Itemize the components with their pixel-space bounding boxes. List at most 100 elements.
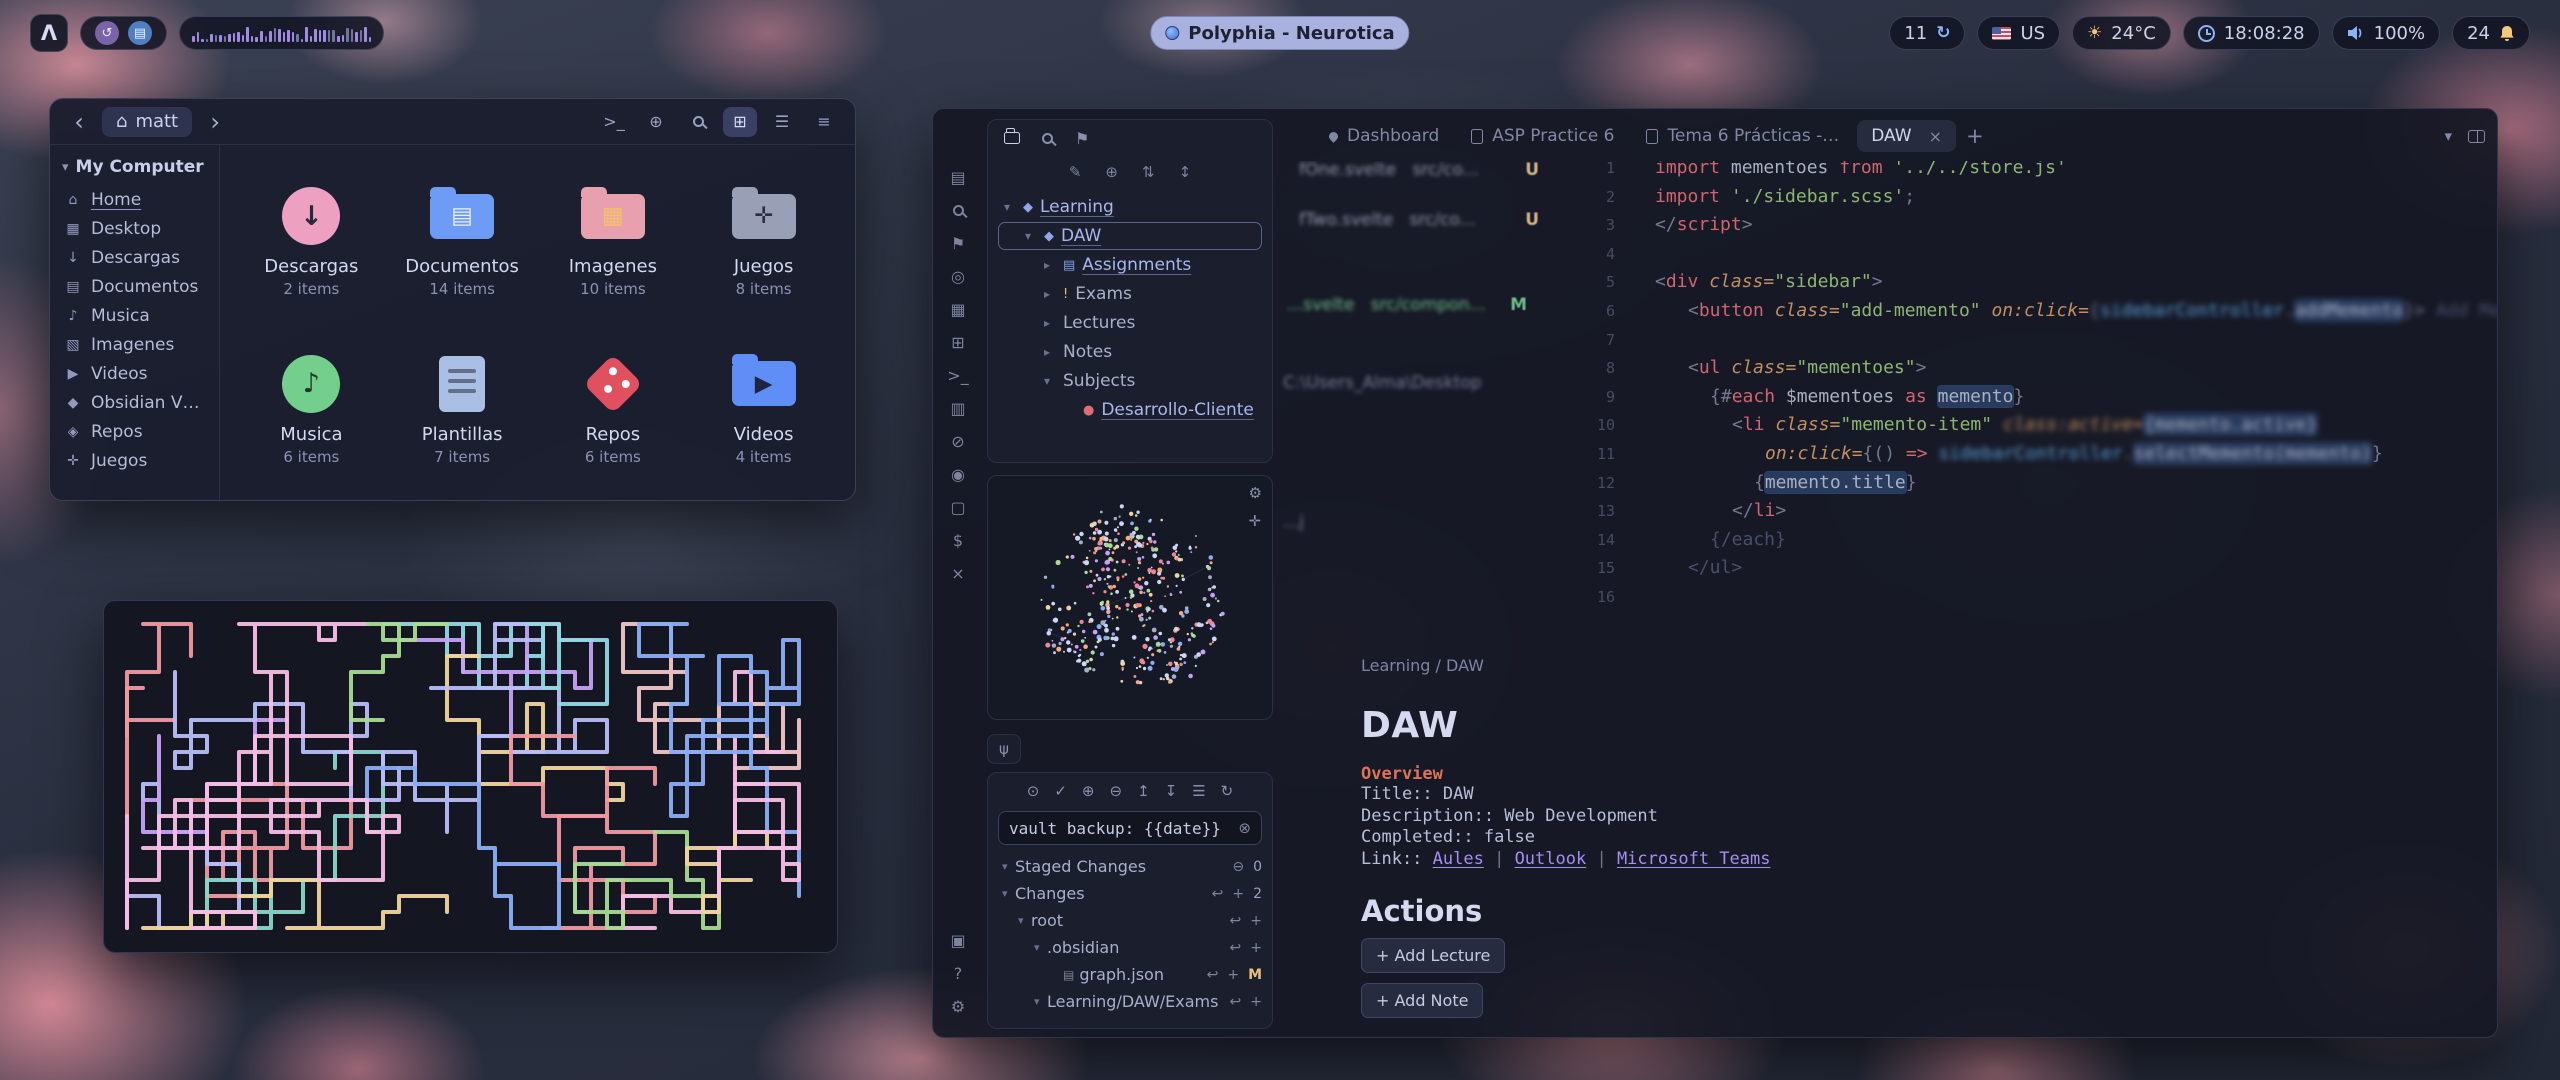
git-action-icon[interactable]: ↩ <box>1230 994 1242 1010</box>
sidebar-item-videos[interactable]: ▶Videos <box>58 359 211 388</box>
git-row-graph-json[interactable]: ▤graph.json↩+M <box>998 961 1262 988</box>
graph-view-icon[interactable]: ◎ <box>941 260 975 293</box>
power-menu-icon[interactable]: ↺ <box>95 21 119 45</box>
chevron-down-icon[interactable]: ▾ <box>2444 127 2452 145</box>
git-action-icon[interactable]: + <box>1250 913 1262 929</box>
action-button[interactable]: + Add Note <box>1361 983 1483 1018</box>
link-aules[interactable]: Aules <box>1433 849 1484 869</box>
tree-item-assignments[interactable]: ▸▤Assignments <box>998 251 1262 279</box>
sidebar-item-desktop[interactable]: ▦Desktop <box>58 214 211 243</box>
git-action-icon[interactable]: ↩ <box>1230 940 1242 956</box>
git-row-staged-changes[interactable]: ▾Staged Changes⊖0 <box>998 853 1262 880</box>
clock-module[interactable]: 18:08:28 <box>2183 16 2320 50</box>
git-action-icon[interactable]: ↩ <box>1207 967 1219 983</box>
folder-musica[interactable]: ♪Musica6 items <box>236 323 387 491</box>
daily-note-icon[interactable]: ⊞ <box>941 326 975 359</box>
commit-icon[interactable]: ✓ <box>1054 782 1067 800</box>
folder-plantillas[interactable]: Plantillas7 items <box>387 323 538 491</box>
updates-module[interactable]: 11 ↻ <box>1889 16 1965 50</box>
keyboard-layout-module[interactable]: US <box>1977 16 2060 50</box>
launcher-button[interactable]: Λ <box>30 14 68 52</box>
git-row-root[interactable]: ▾root↩+ <box>998 907 1262 934</box>
notifications-module[interactable]: 24 <box>2452 16 2530 50</box>
settings-icon[interactable]: ⚙ <box>941 990 975 1023</box>
breadcrumb[interactable]: ⌂ matt <box>102 107 192 137</box>
terminal-icon[interactable]: >_ <box>941 359 975 392</box>
sidebar-item-juegos[interactable]: ✛Juegos <box>58 446 211 475</box>
tab-daw[interactable]: DAW× <box>1857 120 1956 152</box>
media-player-widget[interactable]: Polyphia - Neurotica <box>1150 16 1409 50</box>
editor-area[interactable]: fOne.svelte src/co...UfTwo.svelte src/co… <box>1279 161 2497 1037</box>
tab-tema-6-pr-cticas[interactable]: Tema 6 Prácticas -… <box>1632 120 1853 152</box>
backup-icon[interactable]: ⊙ <box>1027 782 1040 800</box>
git-action-icon[interactable]: + <box>1232 886 1244 902</box>
graph-filter-icon[interactable]: ✛ <box>1249 512 1262 530</box>
folder-juegos[interactable]: ✛Juegos8 items <box>688 155 839 323</box>
link-outlook[interactable]: Outlook <box>1515 849 1587 869</box>
push-icon[interactable]: ↥ <box>1137 782 1150 800</box>
folder-videos[interactable]: ▶Videos4 items <box>688 323 839 491</box>
weather-module[interactable]: ☀ 24°C <box>2072 16 2171 50</box>
tab-dashboard[interactable]: Dashboard <box>1315 120 1453 152</box>
cash-icon[interactable]: $ <box>941 524 975 557</box>
unlink-icon[interactable]: ⊘ <box>941 425 975 458</box>
tree-item-daw[interactable]: ▾◆DAW <box>998 222 1262 250</box>
vault-icon[interactable]: ▣ <box>941 924 975 957</box>
sidebar-item-imagenes[interactable]: ▧Imagenes <box>58 330 211 359</box>
tree-item-lectures[interactable]: ▸Lectures <box>998 309 1262 337</box>
git-action-icon[interactable]: + <box>1250 994 1262 1010</box>
sidebar-item-descargas[interactable]: ↓Descargas <box>58 243 211 272</box>
stage-all-icon[interactable]: ⊕ <box>1082 782 1095 800</box>
action-button[interactable]: + Add Lecture <box>1361 938 1505 973</box>
camera-icon[interactable]: ◉ <box>941 458 975 491</box>
collapse-all-icon[interactable]: ↕ <box>1179 163 1192 181</box>
link-microsoft-teams[interactable]: Microsoft Teams <box>1617 849 1771 869</box>
forward-button[interactable]: › <box>200 107 230 137</box>
tab-close-icon[interactable]: × <box>1929 127 1942 146</box>
list-view-icon[interactable]: ☰ <box>765 107 799 137</box>
sidebar-item-documentos[interactable]: ▤Documentos <box>58 272 211 301</box>
commit-message-input[interactable] <box>1009 819 1232 838</box>
new-tab-button[interactable]: + <box>1960 121 1990 151</box>
sidebar-item-musica[interactable]: ♪Musica <box>58 301 211 330</box>
git-row-obsidian[interactable]: ▾.obsidian↩+ <box>998 934 1262 961</box>
refresh-icon[interactable]: ↻ <box>1221 782 1234 800</box>
layout-icon[interactable]: ☰ <box>1192 782 1205 800</box>
bookmark-icon[interactable]: ⚑ <box>941 227 975 260</box>
git-branch-button[interactable]: ψ <box>987 734 1021 764</box>
tab-asp-practice-6[interactable]: ASP Practice 6 <box>1457 120 1628 152</box>
folder-documentos[interactable]: ▤Documentos14 items <box>387 155 538 323</box>
search-view-icon[interactable] <box>1042 129 1053 148</box>
tree-item-notes[interactable]: ▸Notes <box>998 338 1262 366</box>
folder-descargas[interactable]: ↓Descargas2 items <box>236 155 387 323</box>
bookmarks-view-icon[interactable]: ⚑ <box>1075 129 1089 148</box>
git-action-icon[interactable]: ↩ <box>1230 913 1242 929</box>
graph-view-panel[interactable]: ⚙ ✛ <box>987 475 1273 720</box>
git-action-icon[interactable]: + <box>1227 967 1239 983</box>
note-breadcrumb[interactable]: Learning / DAW <box>1361 656 2427 675</box>
search-icon[interactable] <box>681 107 715 137</box>
graph-settings-icon[interactable]: ⚙ <box>1249 484 1262 502</box>
volume-module[interactable]: 100% <box>2332 16 2440 50</box>
split-pane-icon[interactable] <box>2468 130 2485 143</box>
sidebar-item-repos[interactable]: ◈Repos <box>58 417 211 446</box>
files-icon[interactable]: ▤ <box>941 161 975 194</box>
graph-canvas[interactable] <box>988 476 1272 719</box>
new-folder-icon[interactable]: ⊕ <box>1105 163 1118 181</box>
git-row-learning-daw-exams[interactable]: ▾Learning/DAW/Exams↩+ <box>998 988 1262 1015</box>
back-button[interactable]: ‹ <box>64 107 94 137</box>
folder-repos[interactable]: Repos6 items <box>538 323 689 491</box>
folder-imagenes[interactable]: ▦Imagenes10 items <box>538 155 689 323</box>
git-action-icon[interactable]: ⊖ <box>1232 859 1244 875</box>
grid-view-icon[interactable]: ⊞ <box>723 107 757 137</box>
new-note-icon[interactable]: ✎ <box>1069 163 1082 181</box>
files-view-icon[interactable] <box>1004 129 1020 148</box>
sidebar-item-home[interactable]: ⌂Home <box>58 185 211 214</box>
new-folder-icon[interactable]: ⊕ <box>639 107 673 137</box>
book-icon[interactable]: ▢ <box>941 491 975 524</box>
notes-app-icon[interactable]: ▤ <box>128 21 152 45</box>
tree-item-learning[interactable]: ▾◆Learning <box>998 193 1262 221</box>
dice-icon[interactable]: × <box>941 557 975 590</box>
menu-icon[interactable]: ≡ <box>807 107 841 137</box>
tree-item-desarrollo-cliente[interactable]: ●Desarrollo-Cliente <box>998 396 1262 424</box>
